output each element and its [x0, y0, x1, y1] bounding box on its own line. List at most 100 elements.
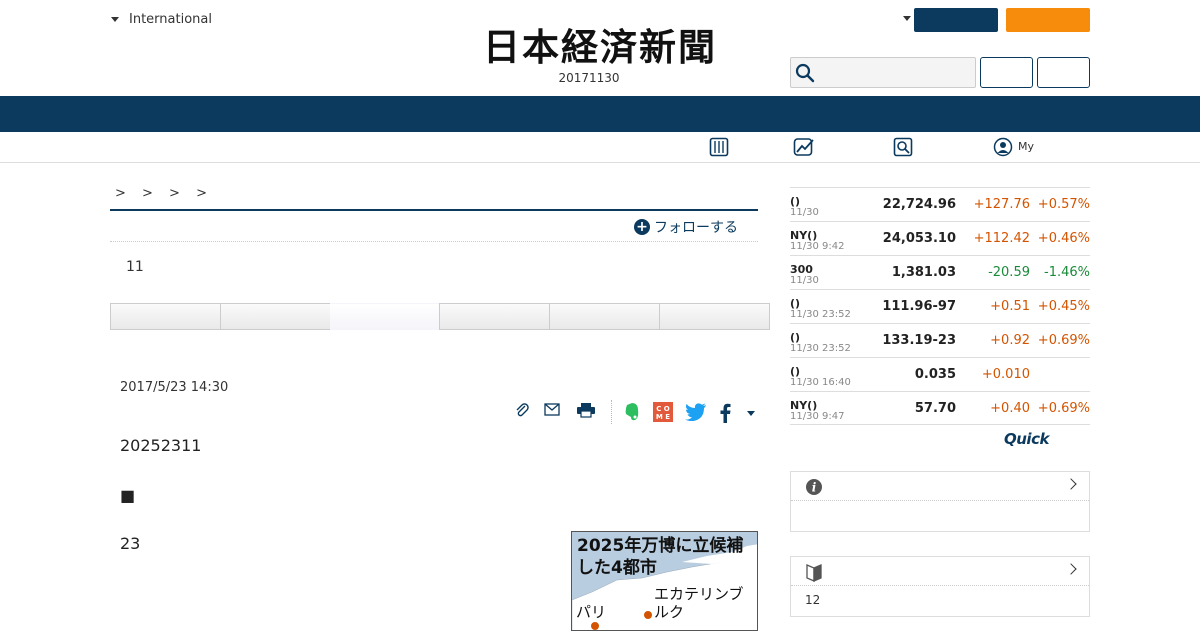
market-time: 11/30 23:52: [790, 343, 851, 354]
market-change-percent: -1.46%: [1044, 265, 1090, 280]
trial-button[interactable]: [1006, 8, 1090, 32]
ranking-box-header[interactable]: [791, 557, 1089, 586]
tab-2[interactable]: [219, 303, 330, 330]
publish-date: 2017/5/23 14:30: [120, 380, 229, 395]
market-change-percent: +0.69%: [1037, 401, 1090, 416]
market-value: 133.19-23: [882, 333, 956, 348]
market-row[interactable]: () 11/30 23:52 133.19-23 +0.92 +0.69%: [790, 323, 1090, 357]
city-marker-paris: [590, 621, 600, 630]
chevron-right-icon: [1065, 563, 1077, 575]
market-change: -20.59: [988, 265, 1030, 280]
section-rule: [110, 209, 758, 211]
market-value: 22,724.96: [882, 197, 956, 212]
market-value: 24,053.10: [882, 231, 956, 246]
market-row[interactable]: () 11/30 22,724.96 +127.76 +0.57%: [790, 187, 1090, 221]
market-change-percent: +0.69%: [1037, 333, 1090, 348]
svg-text:C O: C O: [656, 405, 670, 413]
figure-city-label: エカテリンブルク: [654, 585, 744, 621]
market-change-percent: +0.57%: [1037, 197, 1090, 212]
market-value: 57.70: [914, 401, 956, 416]
ranking-text: 12: [805, 593, 821, 607]
market-value: 1,381.03: [891, 265, 956, 280]
notice-box[interactable]: i: [790, 471, 1090, 532]
tab-5[interactable]: [549, 303, 660, 330]
category-tabs: [110, 303, 770, 330]
article-paragraph: 23: [120, 534, 141, 553]
header-date: 20171130: [558, 71, 620, 85]
evernote-icon[interactable]: [623, 402, 641, 422]
figure-city-label: パリ: [576, 603, 607, 621]
market-time: 11/30 16:40: [790, 377, 851, 388]
print-icon[interactable]: [576, 402, 596, 418]
paperclip-icon[interactable]: [514, 402, 530, 418]
subscribe-button[interactable]: [914, 8, 998, 32]
edition-label: International: [129, 12, 212, 27]
market-row[interactable]: () 11/30 23:52 111.96-97 +0.51 +0.45%: [790, 289, 1090, 323]
ranking-box[interactable]: 12: [790, 556, 1090, 617]
market-time: 11/30: [790, 207, 819, 218]
caret-down-icon: [111, 17, 119, 22]
article-figure-map[interactable]: 2025年万博に立候補した4都市 エカテリンブルク パリ: [571, 531, 758, 631]
market-time: 11/30: [790, 275, 819, 286]
login-button[interactable]: [980, 57, 1033, 88]
newspaper-icon[interactable]: [709, 137, 729, 157]
market-row[interactable]: NY() 11/30 9:47 57.70 +0.40 +0.69%: [790, 391, 1090, 425]
chevron-right-icon: [1065, 478, 1077, 490]
menu-caret-icon[interactable]: [903, 16, 911, 21]
market-time: 11/30 23:52: [790, 309, 851, 320]
dotted-divider: [110, 241, 758, 242]
facebook-icon[interactable]: [719, 403, 731, 423]
info-icon: i: [806, 479, 822, 495]
share-toolbar: C O M E: [512, 400, 762, 426]
market-change: +0.010: [981, 367, 1030, 382]
site-logo[interactable]: 日本経済新聞: [450, 27, 750, 68]
market-chart-icon[interactable]: [793, 137, 815, 157]
follow-button[interactable]: + フォローする: [634, 217, 738, 237]
article-paragraph: 20252311: [120, 436, 202, 455]
search-input[interactable]: [790, 57, 976, 88]
search-icon[interactable]: [795, 63, 815, 83]
notice-box-header[interactable]: i: [791, 472, 1089, 501]
search-data-icon[interactable]: [893, 137, 913, 157]
twitter-icon[interactable]: [685, 403, 707, 421]
svg-text:i: i: [812, 481, 817, 495]
tab-1[interactable]: [110, 303, 220, 330]
follow-label: フォローする: [654, 220, 738, 236]
market-change: +0.40: [990, 401, 1030, 416]
tab-6[interactable]: [659, 303, 770, 330]
market-change: +0.92: [990, 333, 1030, 348]
tab-4[interactable]: [439, 303, 550, 330]
city-marker-ekaterinburg: [643, 610, 653, 620]
market-time: 11/30 9:42: [790, 241, 845, 252]
plus-icon: +: [634, 219, 650, 235]
tab-3[interactable]: [329, 303, 440, 330]
share-divider: [611, 400, 612, 424]
quick-logo[interactable]: Quick: [1004, 430, 1049, 448]
market-value: 0.035: [914, 367, 956, 382]
article-bullet: ■: [120, 486, 136, 505]
register-button[interactable]: [1037, 57, 1090, 88]
market-time: 11/30 9:47: [790, 411, 845, 422]
market-table: () 11/30 22,724.96 +127.76 +0.57% NY() 11/30 9…: [790, 187, 1090, 425]
more-share-caret-icon[interactable]: [747, 411, 755, 416]
market-value: 111.96-97: [882, 299, 956, 314]
svg-text:M E: M E: [656, 413, 670, 421]
market-change: +127.76: [973, 197, 1030, 212]
edition-selector[interactable]: International: [111, 12, 212, 27]
market-change: +0.51: [990, 299, 1030, 314]
figure-title: 2025年万博に立候補した4都市: [577, 536, 744, 578]
comemo-icon[interactable]: C O M E: [653, 402, 673, 422]
market-row[interactable]: NY() 11/30 9:42 24,053.10 +112.42 +0.46%: [790, 221, 1090, 255]
market-change-percent: +0.46%: [1037, 231, 1090, 246]
my-page-label[interactable]: My: [1018, 140, 1034, 153]
market-change: +112.42: [973, 231, 1030, 246]
beginner-mark-icon: [806, 564, 822, 582]
series-count: 11: [126, 259, 144, 275]
market-row[interactable]: () 11/30 16:40 0.035 +0.010: [790, 357, 1090, 391]
user-icon[interactable]: [993, 137, 1013, 157]
market-change-percent: +0.45%: [1037, 299, 1090, 314]
market-row[interactable]: 300 11/30 1,381.03 -20.59 -1.46%: [790, 255, 1090, 289]
breadcrumb[interactable]: > > > >: [115, 186, 213, 201]
mail-icon[interactable]: [544, 403, 560, 416]
main-navbar: [0, 96, 1200, 132]
